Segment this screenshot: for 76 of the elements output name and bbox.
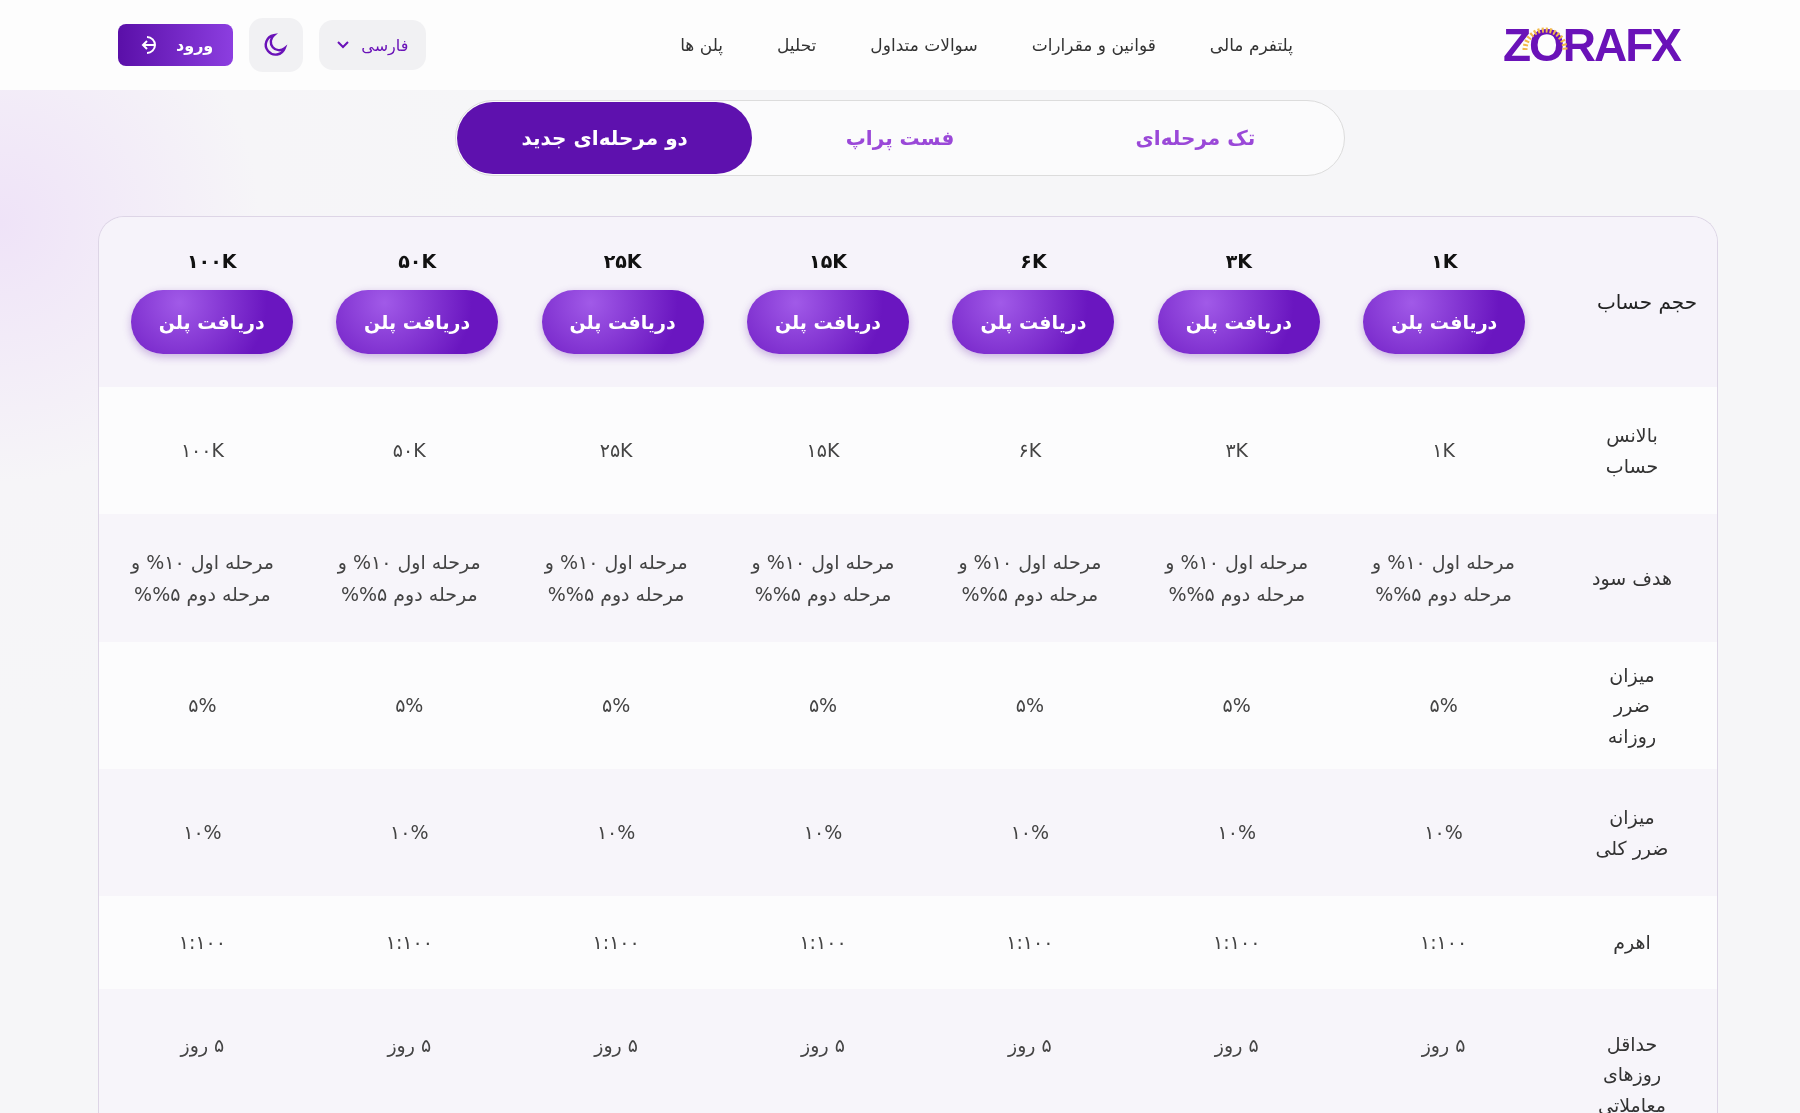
account-size: ۱K [1431, 250, 1458, 272]
login-button[interactable]: ورود [118, 24, 234, 66]
table-cell-text: ۳K [1224, 438, 1250, 464]
row-label: میزان ضرر روزانه [1606, 662, 1658, 750]
account-size: ۵۰K [398, 250, 437, 272]
table-cell-text: ۵ روز [592, 1033, 640, 1059]
get-plan-button[interactable]: دریافت پلن [952, 290, 1115, 354]
account-size: ۶K [1020, 250, 1047, 272]
table-cell-text: ۲۵K [598, 438, 634, 464]
row-label: اهرم [1612, 930, 1652, 956]
nav-link[interactable]: پلن ها [680, 35, 723, 55]
table-cell-text: ۱:۱۰۰ [798, 930, 848, 956]
table-cell-text: ۵% [394, 693, 425, 719]
table-cell-text: ۵ روز [1006, 1033, 1053, 1059]
table-cell-text: ۵ روز [1213, 1033, 1260, 1059]
table-cell-text: ۱:۱۰۰ [1212, 930, 1262, 956]
table-cell-text: ۵% [1014, 693, 1045, 719]
table-cell-text: ۱۰% [1009, 820, 1051, 846]
table-cell-text: ۵% [1221, 693, 1252, 719]
table-cell-text: ۱۵K [805, 438, 841, 464]
table-cell-text: ۱K [1431, 438, 1456, 464]
table-cell-text: ۵ روز [178, 1033, 226, 1059]
caret-icon [337, 41, 350, 49]
table-cell-text: ۱۰% [595, 820, 637, 846]
table-cell-text: مرحله اول ۱۰% و مرحله دوم ۵%% [336, 549, 482, 608]
account-size: ۳K [1225, 250, 1253, 272]
row-label: هدف سود [1591, 565, 1673, 592]
table-cell-text: ۱:۱۰۰ [384, 930, 434, 956]
table-cell-text: مرحله اول ۱۰% و مرحله دوم ۵%% [543, 549, 689, 608]
table-cell-text: ۵% [601, 693, 632, 719]
row-label: حجم حساب [1595, 290, 1698, 314]
table-cell-text: ۶K [1017, 438, 1043, 464]
moon-icon [263, 32, 290, 58]
table-cell-text: ۱:۱۰۰ [1005, 930, 1055, 956]
account-size: ۱۵K [809, 250, 847, 272]
table-cell-text: مرحله اول ۱۰% و مرحله دوم ۵%% [129, 549, 275, 608]
row-label: بالانس حساب [1604, 423, 1660, 479]
table-cell-text: ۱۰% [182, 820, 223, 846]
get-plan-button[interactable]: دریافت پلن [541, 290, 704, 354]
table-cell-text: مرحله اول ۱۰% و مرحله دوم ۵%% [749, 549, 896, 608]
nav-link[interactable]: سوالات متداول [870, 35, 978, 55]
get-plan-button[interactable]: دریافت پلن [130, 290, 293, 354]
plan-tab[interactable]: تک مرحله‌ای [1047, 102, 1343, 174]
table-cell-text: ۱۰% [802, 820, 844, 846]
get-plan-button[interactable]: دریافت پلن [336, 290, 499, 354]
plan-tab[interactable]: دو مرحله‌ای جدید [457, 102, 753, 174]
table-cell-text: مرحله اول ۱۰% و مرحله دوم ۵%% [1163, 549, 1310, 608]
theme-toggle[interactable] [249, 18, 304, 72]
get-plan-button[interactable]: دریافت پلن [1157, 290, 1320, 354]
table-cell-text: ۵% [807, 693, 839, 719]
nav-link[interactable]: تحلیل [777, 35, 817, 55]
get-plan-button[interactable]: دریافت پلن [747, 290, 909, 354]
row-label: میزان ضرر کلی [1594, 805, 1670, 862]
table-cell-text: ۱۰۰K [179, 438, 225, 464]
table-cell-text: ۱:۱۰۰ [591, 930, 641, 956]
table-cell-text: ۱۰% [1216, 820, 1257, 846]
logo[interactable]: ZORAFX [1502, 18, 1680, 72]
table-cell-text: مرحله اول ۱۰% و مرحله دوم ۵%% [956, 549, 1103, 608]
table-cell-text: ۵ روز [385, 1033, 433, 1059]
table-cell-text: ۵ روز [799, 1033, 846, 1059]
nav-link[interactable]: پلتفرم مالی [1209, 35, 1293, 55]
table-cell-text: ۵۰K [391, 438, 427, 464]
language-dropdown[interactable]: فارسی [319, 20, 427, 70]
account-size: ۱۰۰K [186, 250, 237, 272]
table-cell-text: ۱۰% [389, 820, 430, 846]
table-cell-text: ۱۰% [1423, 820, 1464, 846]
table-cell-text: مرحله اول ۱۰% و مرحله دوم ۵%% [1370, 549, 1517, 608]
table-cell-text: ۵% [1428, 693, 1459, 719]
account-size: ۲۵K [603, 250, 642, 272]
nav-link[interactable]: قوانین و مقرارات [1031, 35, 1156, 55]
table-cell-text: ۵ روز [1420, 1033, 1467, 1059]
plan-tab[interactable]: فست پراپ [752, 102, 1048, 174]
table-cell-text: ۵% [187, 693, 218, 719]
get-plan-button[interactable]: دریافت پلن [1363, 290, 1526, 354]
table-cell-text: ۱:۱۰۰ [1418, 930, 1469, 956]
table-cell-text: ۱:۱۰۰ [177, 930, 228, 956]
